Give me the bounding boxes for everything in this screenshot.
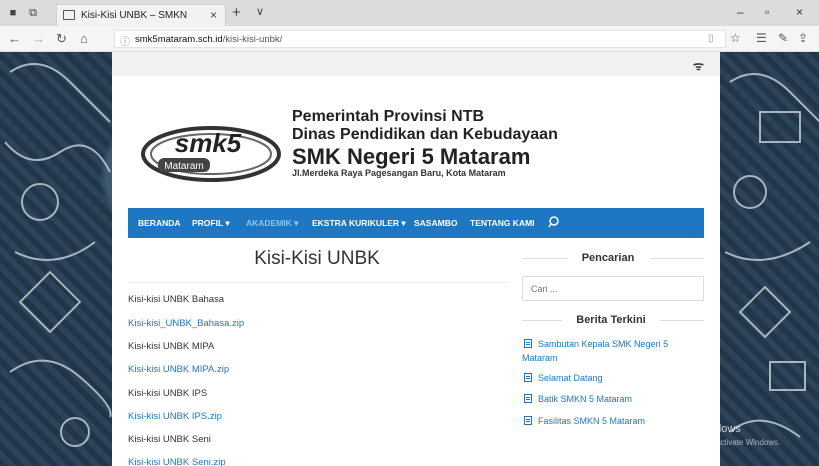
address-bar-row: ← → ↻ ⌂ ⓘ smk5mataram.sch.id/kisi-kisi-u… [0, 26, 819, 52]
batik-pattern-left-icon [4, 63, 112, 447]
activate-windows-watermark: Activate Windows [654, 423, 741, 435]
widget-divider [522, 258, 568, 259]
home-icon[interactable]: ⌂ [80, 31, 88, 46]
widget-divider [522, 320, 562, 321]
url-field[interactable]: ⓘ smk5mataram.sch.id/kisi-kisi-unbk/ [114, 30, 726, 48]
favorite-star-icon[interactable]: ☆ [730, 31, 741, 45]
browser-tab[interactable]: Kisi-Kisi UNBK – SMKN × [56, 4, 226, 26]
news-post-link[interactable]: Fasilitas SMKN 5 Mataram [538, 416, 645, 426]
news-widget-heading: Berita Terkini [576, 314, 646, 326]
new-tab-button[interactable]: + [232, 4, 241, 21]
menu-item-profil[interactable]: PROFIL ▾ [192, 218, 230, 229]
top-strip: ᯤ [112, 52, 720, 76]
main-menu: BERANDA PROFIL ▾ AKADEMIK ▾ EKSTRA KURIK… [128, 208, 704, 238]
list-item: Kisi-kisi UNBK Seni [128, 434, 211, 445]
menu-item-tentang-kami[interactable]: TENTANG KAMI [470, 218, 535, 228]
widget-divider [650, 258, 704, 259]
back-icon[interactable]: ← [8, 31, 21, 46]
rss-icon[interactable]: ᯤ [693, 57, 704, 74]
download-link[interactable]: Kisi-kisi_UNBK_Bahasa.zip [128, 318, 244, 329]
download-link[interactable]: Kisi-kisi UNBK MIPA.zip [128, 364, 229, 375]
document-icon [524, 416, 532, 425]
site-info-icon[interactable]: ⓘ [120, 33, 130, 48]
title-divider [128, 282, 508, 283]
batik-pattern-right-icon [724, 73, 819, 438]
search-widget-heading: Pencarian [581, 252, 635, 264]
header-department: Dinas Pendidikan dan Kebudayaan [292, 126, 558, 143]
menu-item-sasambo[interactable]: SASAMBO [414, 218, 457, 228]
news-post-link[interactable]: Batik SMKN 5 Mataram [538, 394, 632, 404]
search-input[interactable] [523, 277, 703, 300]
maximize-button[interactable]: ▫ [765, 5, 769, 19]
page-favicon-icon [63, 10, 75, 20]
url-text: smk5mataram.sch.id/kisi-kisi-unbk/ [135, 34, 283, 45]
tab-close-button[interactable]: × [210, 8, 217, 22]
activate-windows-subtitle: Go to Settings to activate Windows. [654, 438, 781, 447]
header-government: Pemerintah Provinsi NTB [292, 108, 485, 125]
minimize-button[interactable]: – [737, 5, 744, 19]
list-item: Kisi-kisi UNBK MIPA [128, 341, 215, 352]
menu-item-beranda[interactable]: BERANDA [138, 218, 181, 228]
widget-divider [660, 320, 704, 321]
logo-text: smk5 [175, 128, 242, 158]
tab-title: Kisi-Kisi UNBK – SMKN [81, 10, 188, 21]
refresh-icon[interactable]: ↻ [56, 31, 67, 47]
news-post-link[interactable]: Sambutan Kepala SMK Negeri 5 [538, 339, 668, 349]
close-window-button[interactable]: × [796, 5, 803, 19]
document-icon [524, 339, 532, 348]
news-post-link[interactable]: Selamat Datang [538, 373, 603, 383]
tab-list-button[interactable]: ∨ [256, 5, 264, 18]
browser-menu-icon[interactable]: ■ [6, 6, 20, 20]
search-icon[interactable] [548, 215, 562, 229]
share-icon[interactable]: ⇪ [798, 31, 808, 45]
page-title: Kisi-Kisi UNBK [254, 248, 380, 269]
sidebar-search-input[interactable] [522, 276, 704, 301]
reading-view-icon[interactable]: ▯ [708, 33, 714, 44]
notes-pen-icon[interactable]: ✎ [778, 31, 788, 45]
download-link[interactable]: Kisi-kisi UNBK Seni.zip [128, 457, 226, 466]
document-icon [524, 373, 532, 382]
site-title[interactable]: SMK Negeri 5 Mataram [292, 144, 530, 170]
download-link[interactable]: Kisi-kisi UNBK IPS.zip [128, 411, 222, 422]
news-post-link-continued[interactable]: Mataram [522, 353, 558, 363]
browser-titlebar: ■ ⧉ Kisi-Kisi UNBK – SMKN × + ∨ – ▫ × [0, 0, 819, 26]
header-address: Jl.Merdeka Raya Pagesangan Baru, Kota Ma… [292, 168, 506, 178]
menu-item-ekstra-kurikuler[interactable]: EKSTRA KURIKULER ▾ [312, 218, 406, 229]
list-item: Kisi-kisi UNBK IPS [128, 388, 208, 399]
list-item: Kisi-kisi UNBK Bahasa [128, 294, 225, 305]
school-logo[interactable]: smk5 Mataram [136, 118, 286, 182]
forward-icon[interactable]: → [32, 31, 45, 46]
menu-item-akademik[interactable]: AKADEMIK ▾ [246, 218, 298, 229]
website-page: ᯤ smk5 Mataram Pemerintah Provinsi NTB D… [112, 52, 720, 466]
document-icon [524, 394, 532, 403]
favorites-hub-icon[interactable]: ☰ [756, 31, 767, 45]
tab-actions-icon[interactable]: ⧉ [26, 6, 40, 20]
logo-subtext: Mataram [164, 161, 203, 172]
